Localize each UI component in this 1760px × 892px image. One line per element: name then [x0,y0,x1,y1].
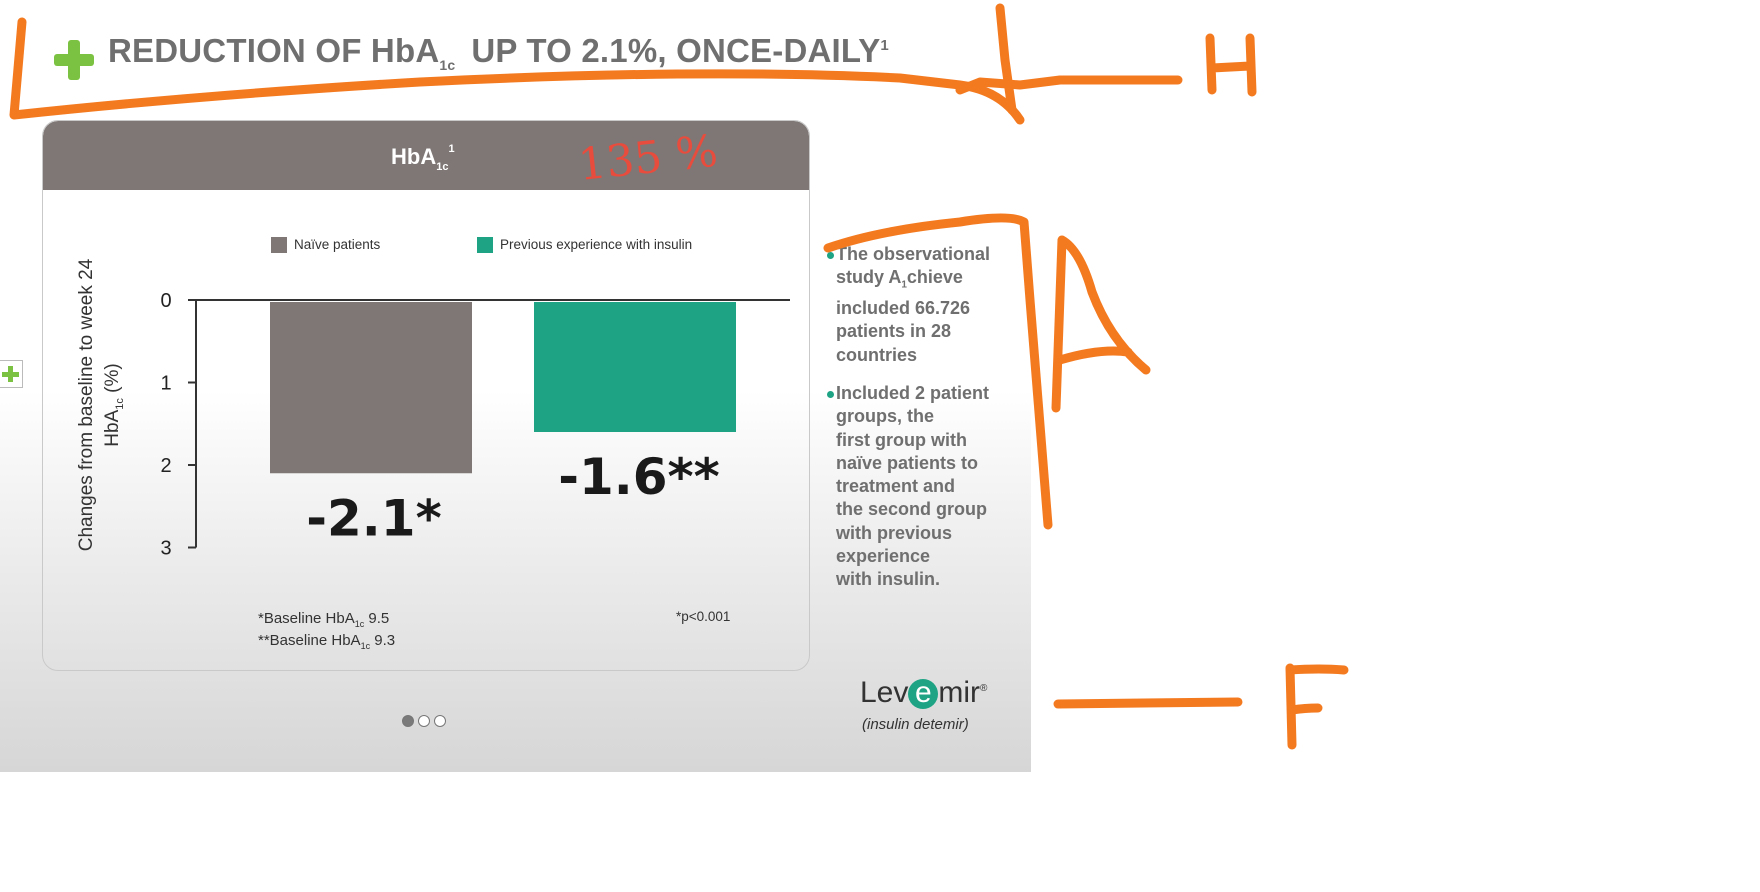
pen-stroke-underline [9,17,1025,125]
handwritten-annotations: 135 % [9,3,1349,750]
pen-stroke-arrow-h [955,75,1183,95]
pen-letter-h [1205,33,1257,97]
pen-letter-f [1285,663,1349,750]
pen-stroke-bracket [823,213,1053,530]
pen-stroke-arrow-f [1053,697,1243,709]
handwritten-percent-note: 135 % [576,126,720,191]
pen-stroke-vertical-top [995,3,1017,115]
pen-letter-a [1051,235,1151,413]
